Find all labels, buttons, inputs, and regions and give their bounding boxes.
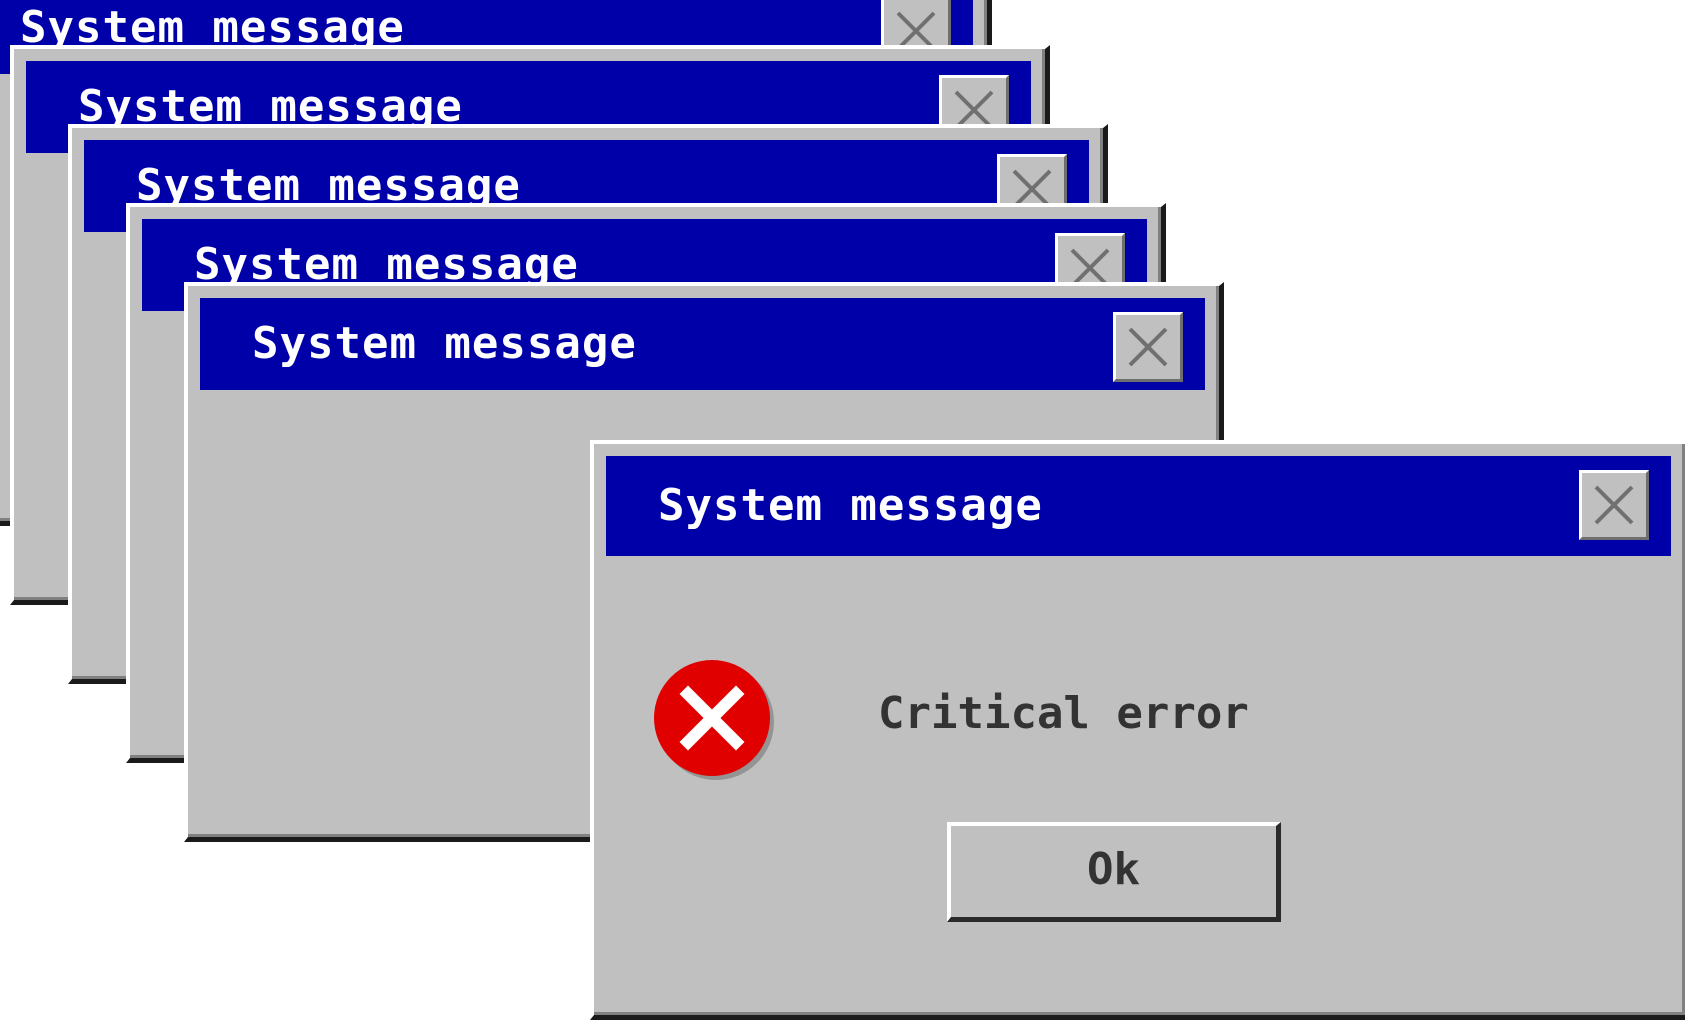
close-button[interactable]: [1113, 312, 1183, 382]
dialog-title: System message: [658, 480, 1043, 531]
desktop: System message System message System mes…: [0, 0, 1685, 1023]
close-button[interactable]: [1579, 470, 1649, 540]
ok-button[interactable]: Ok: [947, 822, 1281, 922]
dialog-title: System message: [252, 318, 637, 369]
error-message: Critical error: [878, 688, 1249, 739]
title-bar: System message: [606, 456, 1671, 556]
close-icon: [1128, 327, 1168, 367]
critical-error-dialog: System message Critical error Ok: [590, 440, 1685, 1020]
error-icon: [654, 660, 774, 780]
close-icon: [1594, 485, 1634, 525]
title-bar: System message: [200, 298, 1205, 390]
